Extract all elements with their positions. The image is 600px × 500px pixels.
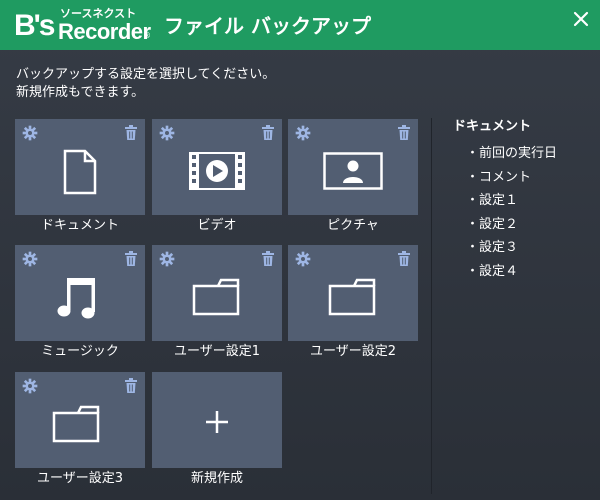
instructions-line-1: バックアップする設定を選択してください。 bbox=[16, 67, 276, 82]
tile-document[interactable] bbox=[15, 119, 145, 215]
logo-registered-mark: ® bbox=[143, 31, 151, 40]
close-button[interactable] bbox=[570, 8, 592, 30]
detail-item-setting-3[interactable]: ・設定３ bbox=[466, 236, 557, 260]
folder-icon bbox=[52, 405, 100, 443]
trash-icon[interactable] bbox=[125, 125, 137, 140]
window-title: ファイル バックアップ bbox=[164, 14, 371, 38]
new-backup-label: 新規作成 bbox=[190, 471, 243, 486]
tile-picture[interactable] bbox=[288, 119, 418, 215]
detail-item-last-run[interactable]: ・前回の実行日 bbox=[466, 142, 557, 166]
document-icon bbox=[63, 149, 97, 195]
detail-title: ドキュメント bbox=[453, 119, 532, 134]
detail-item-comment[interactable]: ・コメント bbox=[466, 166, 557, 190]
tile-label-music: ミュージック bbox=[41, 344, 119, 359]
gear-icon[interactable] bbox=[22, 251, 38, 267]
trash-icon[interactable] bbox=[398, 251, 410, 266]
instructions-line-2: 新規作成もできます。 bbox=[16, 85, 145, 100]
backup-window: B's ソースネクスト Recorder ® ファイル バックアップ バックアッ… bbox=[0, 0, 600, 500]
tile-user-setting-1[interactable] bbox=[152, 245, 282, 341]
tile-user-setting-3[interactable] bbox=[15, 372, 145, 468]
new-backup-button[interactable] bbox=[152, 372, 282, 468]
gear-icon[interactable] bbox=[22, 378, 38, 394]
picture-icon bbox=[323, 152, 383, 190]
instructions: バックアップする設定を選択してください。 新規作成もできます。 bbox=[16, 66, 416, 102]
logo-bs: B's bbox=[14, 9, 56, 42]
tile-video[interactable] bbox=[152, 119, 282, 215]
trash-icon[interactable] bbox=[262, 125, 274, 140]
trash-icon[interactable] bbox=[125, 251, 137, 266]
app-logo: B's ソースネクスト Recorder ® bbox=[14, 6, 154, 46]
logo-recorder: Recorder bbox=[58, 19, 151, 44]
gear-icon[interactable] bbox=[159, 251, 175, 267]
tile-label-user-setting-2: ユーザー設定2 bbox=[309, 344, 396, 359]
tile-label-user-setting-3: ユーザー設定3 bbox=[36, 471, 123, 486]
folder-icon bbox=[192, 278, 240, 316]
tile-label-picture: ピクチャ bbox=[327, 218, 379, 233]
trash-icon[interactable] bbox=[262, 251, 274, 266]
trash-icon[interactable] bbox=[398, 125, 410, 140]
trash-icon[interactable] bbox=[125, 378, 137, 393]
video-icon bbox=[189, 152, 245, 190]
gear-icon[interactable] bbox=[22, 125, 38, 141]
plus-icon bbox=[206, 411, 228, 433]
tile-music[interactable] bbox=[15, 245, 145, 341]
tile-user-setting-2[interactable] bbox=[288, 245, 418, 341]
folder-icon bbox=[328, 278, 376, 316]
gear-icon[interactable] bbox=[295, 251, 311, 267]
gear-icon[interactable] bbox=[295, 125, 311, 141]
detail-item-setting-2[interactable]: ・設定２ bbox=[466, 213, 557, 237]
detail-item-setting-1[interactable]: ・設定１ bbox=[466, 189, 557, 213]
detail-list: ・前回の実行日 ・コメント ・設定１ ・設定２ ・設定３ ・設定４ bbox=[466, 142, 557, 284]
music-icon bbox=[57, 278, 95, 319]
tile-label-document: ドキュメント bbox=[40, 218, 119, 233]
detail-item-setting-4[interactable]: ・設定４ bbox=[466, 260, 557, 284]
panel-divider bbox=[431, 118, 432, 494]
gear-icon[interactable] bbox=[159, 125, 175, 141]
tile-label-video: ビデオ bbox=[197, 218, 237, 233]
title-bar: B's ソースネクスト Recorder ® ファイル バックアップ bbox=[0, 0, 600, 50]
tile-label-user-setting-1: ユーザー設定1 bbox=[173, 344, 260, 359]
close-icon bbox=[573, 11, 589, 27]
